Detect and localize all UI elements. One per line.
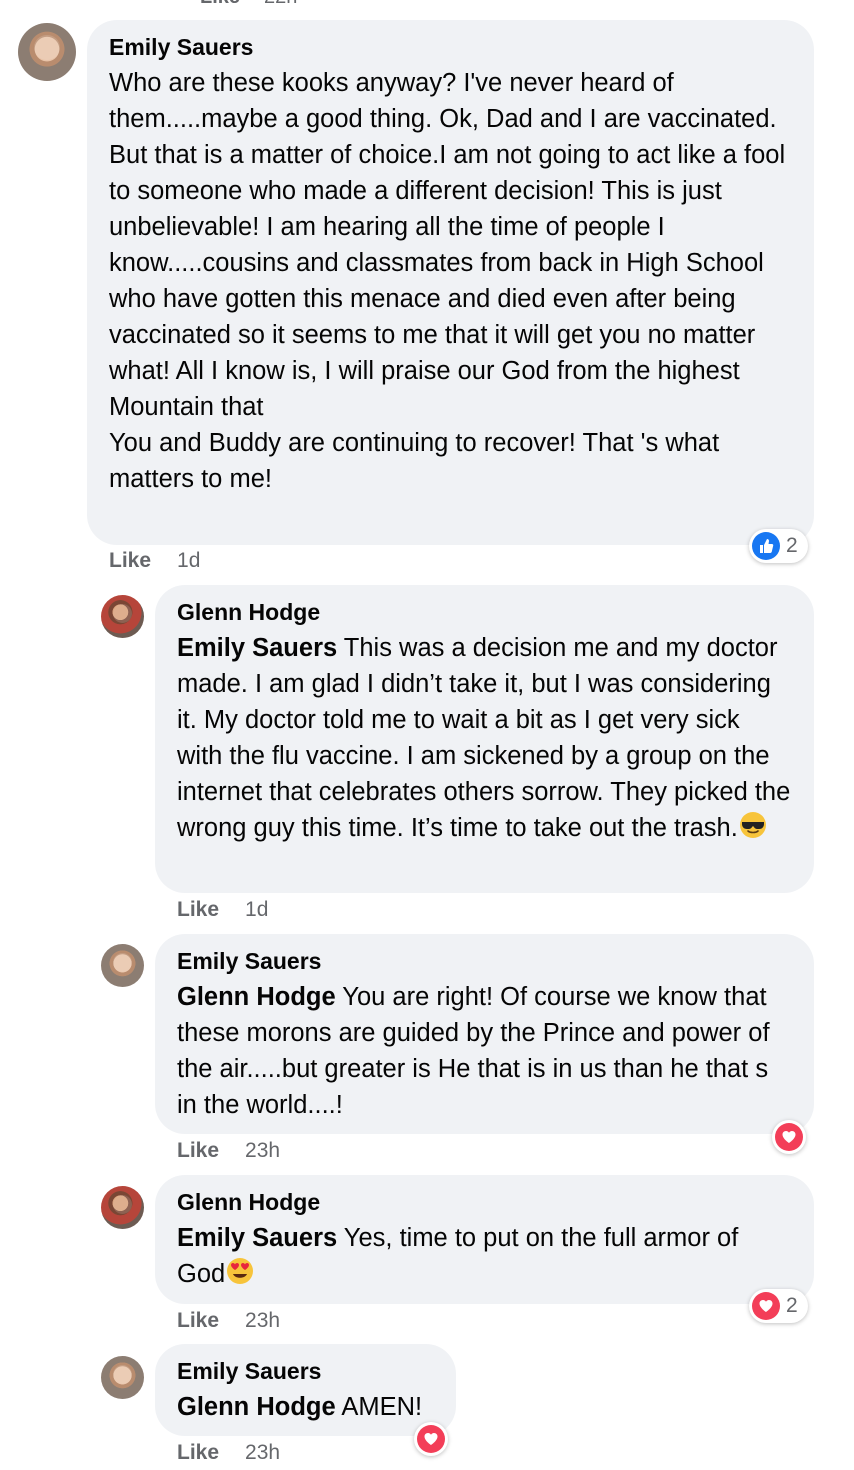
comment-thread: Like 22h Emily Sauers Who are these kooks… — [0, 0, 854, 1470]
comment-text: Who are these kooks anyway? I've never h… — [109, 69, 786, 493]
reaction-count: 2 — [786, 1294, 798, 1317]
sunglasses-face-icon — [739, 812, 766, 838]
reaction-summary[interactable]: 2 — [749, 529, 808, 563]
comment-text: Emily Sauers Yes, time to put on the ful… — [177, 1220, 792, 1292]
avatar[interactable] — [101, 1356, 144, 1399]
comment-text: Glenn Hodge You are right! Of course we … — [177, 979, 792, 1123]
comment-actions: Like 1d — [177, 898, 268, 922]
comment-time[interactable]: 1d — [245, 898, 268, 921]
comment-bubble: Emily Sauers Glenn Hodge AMEN! — [155, 1344, 456, 1436]
comment-time[interactable]: 1d — [177, 549, 200, 572]
avatar[interactable] — [101, 595, 144, 638]
heart-eyes-face-icon — [227, 1258, 254, 1284]
reaction-count: 2 — [786, 534, 798, 557]
comment-actions: Like 23h — [177, 1441, 280, 1465]
comment-bubble: Glenn Hodge Emily Sauers This was a deci… — [155, 585, 814, 893]
comment-actions: Like 23h — [177, 1139, 280, 1163]
reaction-summary[interactable] — [414, 1422, 448, 1456]
comment-bubble: Glenn Hodge Emily Sauers Yes, time to pu… — [155, 1175, 814, 1304]
love-reaction-icon — [752, 1292, 780, 1320]
avatar[interactable] — [18, 23, 76, 81]
mention-link[interactable]: Emily Sauers — [177, 634, 337, 662]
comment-time[interactable]: 23h — [245, 1441, 280, 1464]
reaction-summary[interactable]: 2 — [749, 1289, 808, 1323]
like-link[interactable]: Like — [177, 1441, 219, 1464]
comment-body: This was a decision me and my doctor mad… — [177, 634, 798, 842]
comment-time[interactable]: 23h — [245, 1139, 280, 1162]
love-reaction-icon — [417, 1425, 445, 1453]
mention-link[interactable]: Glenn Hodge — [177, 1393, 336, 1421]
mention-link[interactable]: Emily Sauers — [177, 1224, 337, 1252]
avatar[interactable] — [101, 944, 144, 987]
comment-text: Emily Sauers This was a decision me and … — [177, 630, 792, 846]
comment-time: 22h — [264, 0, 297, 8]
like-link[interactable]: Like — [177, 1309, 219, 1332]
comment-author[interactable]: Emily Sauers — [177, 948, 792, 975]
like-reaction-icon — [752, 532, 780, 560]
comment-actions: Like 1d — [109, 549, 200, 573]
comment-bubble: Emily Sauers Glenn Hodge You are right! … — [155, 934, 814, 1134]
mention-link[interactable]: Glenn Hodge — [177, 983, 336, 1011]
reaction-summary[interactable] — [772, 1120, 806, 1154]
comment-author[interactable]: Glenn Hodge — [177, 599, 792, 626]
comment-actions: Like 23h — [177, 1309, 280, 1333]
comment-author[interactable]: Emily Sauers — [177, 1358, 434, 1385]
previous-comment-actions: Like 22h — [200, 0, 297, 9]
love-reaction-icon — [775, 1123, 803, 1151]
comment-author[interactable]: Emily Sauers — [109, 34, 792, 61]
comment-body: AMEN! — [341, 1393, 423, 1421]
like-link[interactable]: Like — [177, 898, 219, 921]
comment-author[interactable]: Glenn Hodge — [177, 1189, 792, 1216]
like-link[interactable]: Like — [109, 549, 151, 572]
like-link[interactable]: Like — [177, 1139, 219, 1162]
comment-bubble: Emily Sauers Who are these kooks anyway?… — [87, 20, 814, 545]
comment-time[interactable]: 23h — [245, 1309, 280, 1332]
like-link[interactable]: Like — [200, 0, 240, 8]
avatar[interactable] — [101, 1186, 144, 1229]
comment-text: Glenn Hodge AMEN! — [177, 1389, 434, 1425]
